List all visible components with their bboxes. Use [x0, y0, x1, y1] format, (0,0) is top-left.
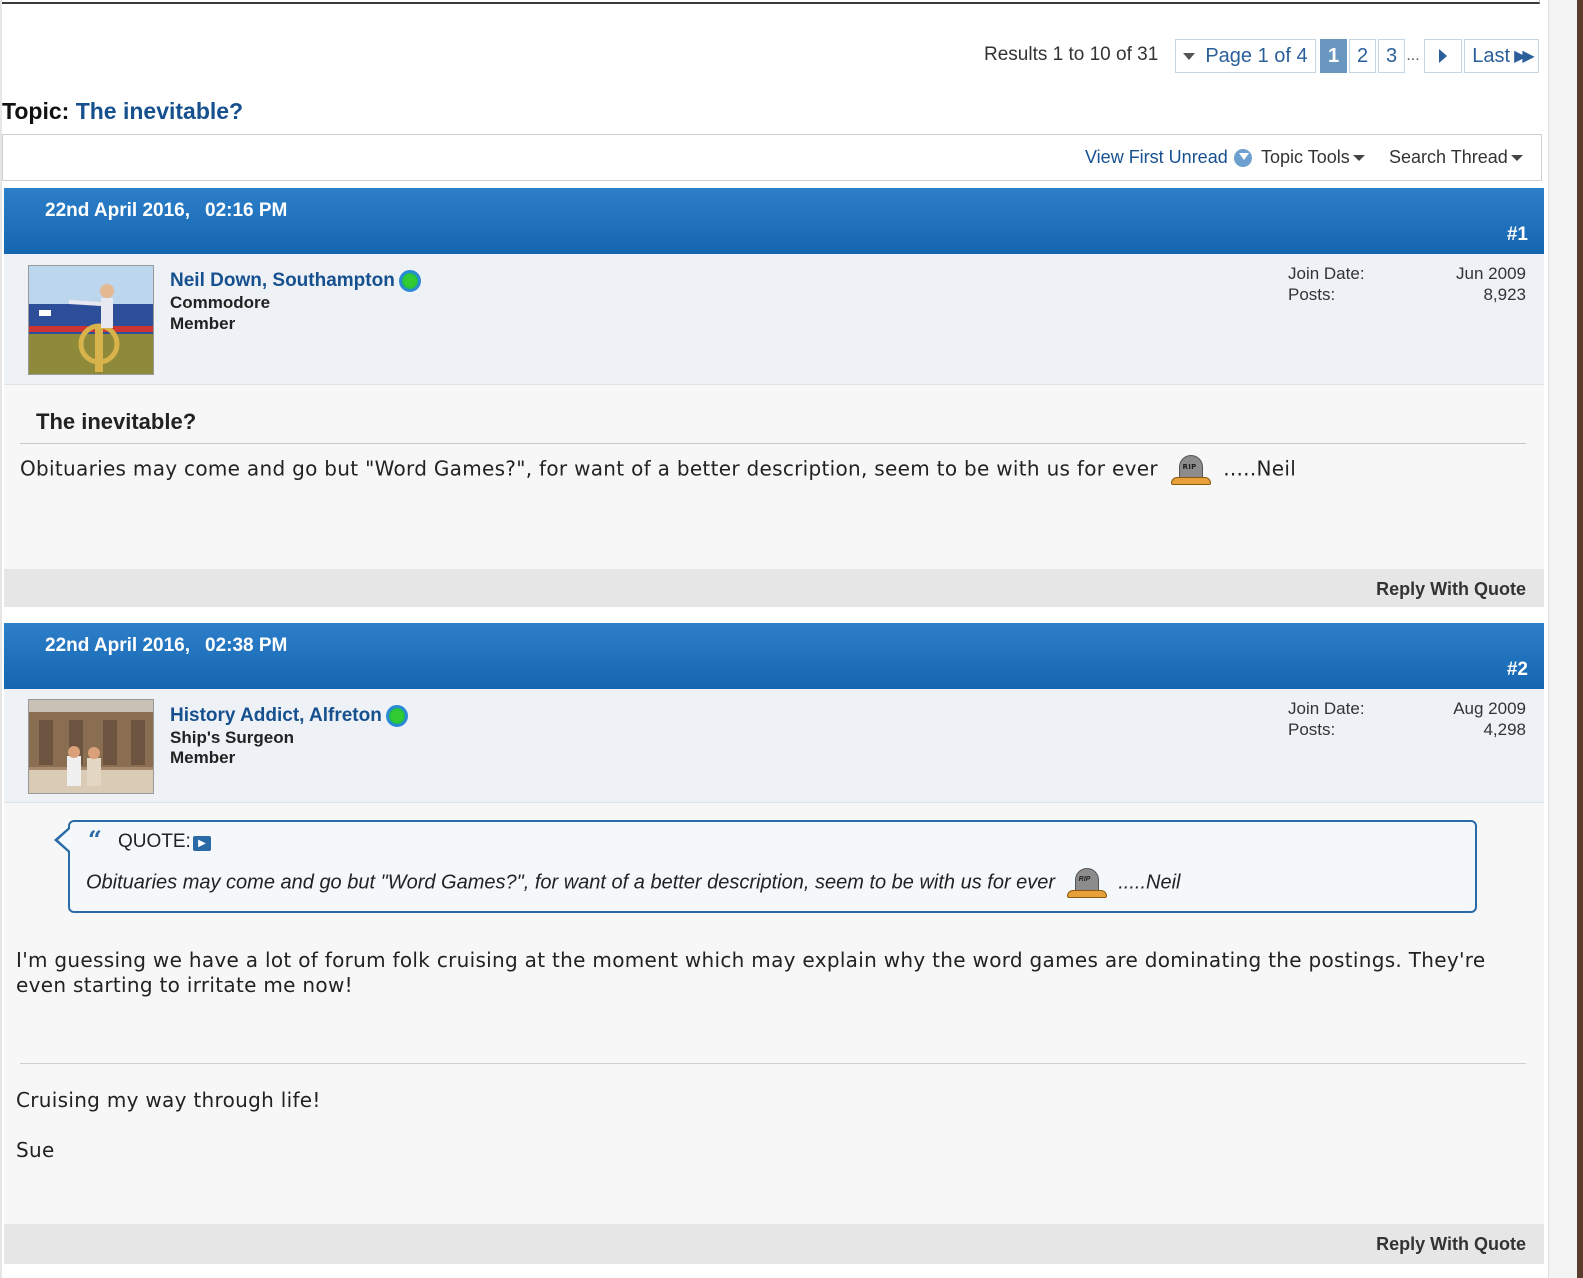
online-status-icon — [385, 705, 408, 727]
post-message-line: even starting to irritate me now! — [16, 973, 353, 997]
last-page-button[interactable]: Last ▶▶ — [1464, 39, 1539, 73]
posts-count: 8,923 — [1483, 285, 1526, 304]
first-unread-icon — [1233, 148, 1252, 167]
rip-smiley-icon: RIP — [1066, 868, 1107, 898]
user-rank: Ship's Surgeon — [170, 728, 294, 747]
join-date-label: Join Date: — [1288, 699, 1365, 718]
user-role: Member — [170, 314, 236, 333]
reply-with-quote-button[interactable]: Reply With Quote — [1376, 1234, 1526, 1255]
join-date-value: Aug 2009 — [1453, 699, 1526, 718]
join-date-label: Join Date: — [1288, 264, 1365, 283]
topic-prefix: Topic: — [2, 98, 70, 124]
username-link[interactable]: Neil Down, Southampton — [170, 270, 421, 292]
view-first-unread-link[interactable]: View First Unread — [1085, 147, 1252, 168]
post-title: The inevitable? — [36, 409, 197, 434]
message-text: Obituaries may come and go but "Word Gam… — [20, 456, 1158, 481]
quoted-signoff: .....Neil — [1118, 871, 1181, 894]
user-role: Member — [170, 748, 236, 767]
post-user-info: History Addict, Alfreton Ship's Surgeon … — [4, 689, 1544, 803]
quoted-text: Obituaries may come and go but "Word Gam… — [86, 868, 1180, 898]
quote-label: QUOTE: — [118, 831, 191, 852]
topic-tools-label: Topic Tools — [1261, 147, 1350, 167]
view-first-unread-label: View First Unread — [1085, 147, 1228, 167]
post-date: 22nd April 2016, — [45, 200, 191, 221]
quote-block — [68, 820, 1477, 913]
top-frame-border — [0, 0, 1540, 4]
window-edge — [1548, 0, 1583, 1278]
page-3-button[interactable]: 3 — [1378, 39, 1405, 73]
post-message-line: I'm guessing we have a lot of forum folk… — [16, 948, 1486, 972]
post-time: 02:38 PM — [205, 635, 288, 656]
page-jump-dropdown[interactable]: Page 1 of 4 — [1175, 39, 1316, 73]
post-date: 22nd April 2016, — [45, 635, 191, 656]
double-chevron-right-icon: ▶▶ — [1514, 48, 1535, 65]
post-user-info: Neil Down, Southampton Commodore Member … — [4, 254, 1544, 385]
post-number-link[interactable]: #1 — [1507, 224, 1528, 246]
post-header: 22nd April 2016, 02:38 PM #2 — [4, 623, 1544, 689]
chevron-down-icon — [1352, 154, 1365, 161]
join-date-value: Jun 2009 — [1456, 264, 1526, 283]
topic-heading: Topic: The inevitable? — [2, 98, 243, 125]
page-1-button[interactable]: 1 — [1320, 39, 1347, 73]
left-rule — [0, 0, 2, 1278]
view-post-icon[interactable]: ▶ — [193, 836, 211, 851]
reply-with-quote-button[interactable]: Reply With Quote — [1376, 579, 1526, 600]
signature-divider — [20, 1063, 1526, 1064]
post-footer: Reply With Quote — [4, 1224, 1544, 1264]
username-link[interactable]: History Addict, Alfreton — [170, 705, 408, 727]
quoted-message: Obituaries may come and go but "Word Gam… — [86, 871, 1056, 894]
results-count: Results 1 to 10 of 31 — [984, 44, 1159, 65]
user-rank: Commodore — [170, 293, 271, 312]
avatar[interactable] — [28, 265, 154, 375]
posts-count: 4,298 — [1483, 720, 1526, 739]
next-page-button[interactable] — [1424, 39, 1462, 73]
online-status-icon — [398, 270, 421, 292]
chevron-down-icon — [1510, 154, 1523, 161]
post-content: The inevitable? Obituaries may come and … — [4, 385, 1544, 569]
divider — [20, 443, 1526, 444]
posts-label: Posts: — [1288, 720, 1336, 739]
thread-toolbar: View First Unread Topic Tools Search Thr… — [2, 134, 1542, 181]
post-number-link[interactable]: #2 — [1507, 659, 1528, 681]
quote-marks-icon: “ — [88, 825, 102, 854]
page-of-label: Page 1 of 4 — [1205, 44, 1308, 67]
post-header: 22nd April 2016, 02:16 PM #1 — [4, 188, 1544, 254]
post-message: Obituaries may come and go but "Word Gam… — [20, 455, 1296, 485]
page-2-button[interactable]: 2 — [1349, 39, 1376, 73]
signature-name: Sue — [16, 1138, 55, 1162]
last-page-label: Last — [1472, 44, 1511, 67]
signature-line: Cruising my way through life! — [16, 1088, 321, 1112]
username-text: Neil Down, Southampton — [170, 270, 395, 291]
posts-label: Posts: — [1288, 285, 1336, 304]
username-text: History Addict, Alfreton — [170, 705, 382, 726]
post-footer: Reply With Quote — [4, 569, 1544, 607]
search-thread-menu[interactable]: Search Thread — [1389, 147, 1523, 168]
search-thread-label: Search Thread — [1389, 147, 1508, 167]
topic-tools-menu[interactable]: Topic Tools — [1261, 147, 1365, 168]
chevron-right-icon — [1439, 49, 1447, 63]
message-signoff: .....Neil — [1223, 456, 1297, 481]
chevron-down-icon — [1183, 52, 1196, 60]
topic-title-link[interactable]: The inevitable? — [76, 98, 243, 124]
page-ellipsis: ... — [1406, 47, 1420, 64]
avatar[interactable] — [28, 699, 154, 794]
rip-smiley-icon: RIP — [1170, 455, 1211, 485]
post-time: 02:16 PM — [205, 200, 288, 221]
